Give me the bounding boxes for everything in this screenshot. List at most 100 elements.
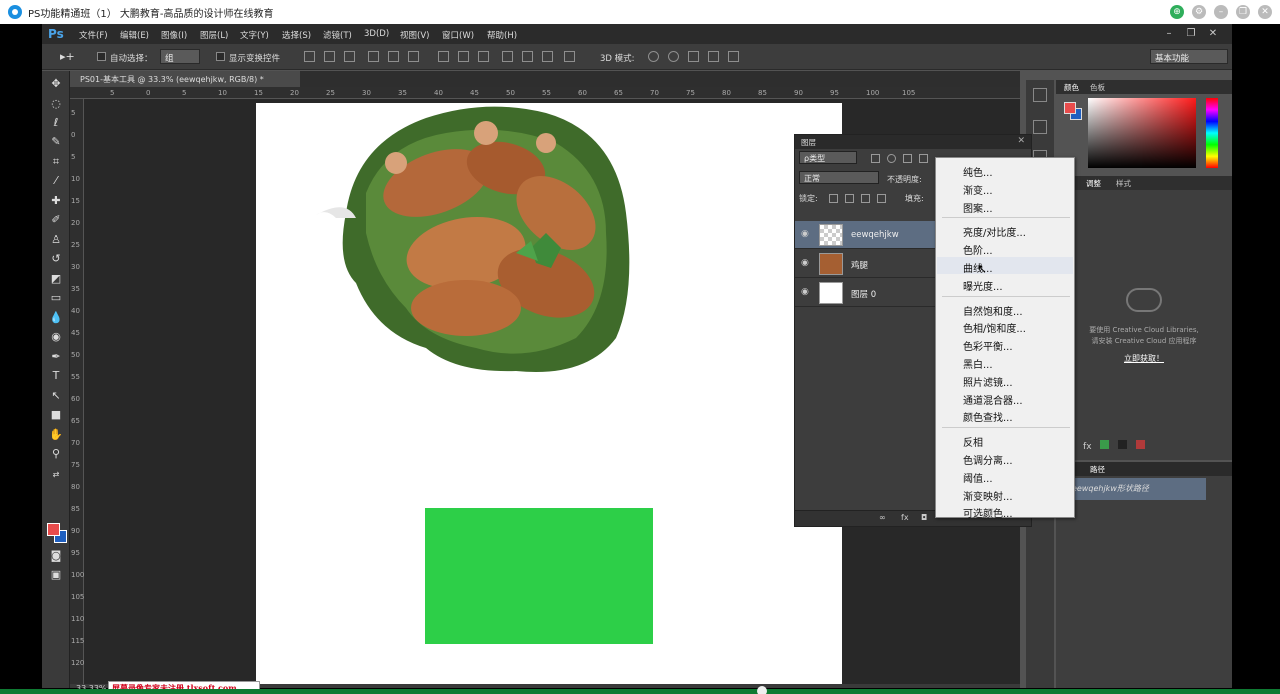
screen-mode-icon[interactable]: ▣: [49, 568, 63, 582]
path-row[interactable]: eewqehjkw形状路径: [1066, 478, 1206, 500]
fx-icon[interactable]: fx: [901, 513, 909, 522]
menu-item[interactable]: 纯色...: [937, 161, 1073, 179]
quick-mask-icon[interactable]: ◙: [49, 549, 63, 563]
filter-type-icon[interactable]: [903, 154, 912, 163]
settings-icon[interactable]: ⚙: [1192, 5, 1206, 19]
distribute-middle-icon[interactable]: [458, 51, 469, 62]
menu-item[interactable]: 渐变...: [937, 179, 1073, 197]
menu-item[interactable]: 亮度/对比度...: [937, 221, 1073, 239]
black-swatch-icon[interactable]: [1118, 440, 1128, 449]
menu-item[interactable]: 色阶...: [937, 239, 1073, 257]
blend-mode-dropdown[interactable]: 正常: [799, 171, 879, 184]
minimize-icon[interactable]: –: [1214, 5, 1228, 19]
tab-paths[interactable]: 路径: [1090, 464, 1105, 475]
3d-scale-icon[interactable]: [728, 51, 739, 62]
menu-item[interactable]: 选择(S): [282, 29, 311, 41]
distribute-top-icon[interactable]: [438, 51, 449, 62]
close-icon[interactable]: ✕: [1017, 136, 1025, 146]
link-layers-icon[interactable]: ∞: [879, 513, 886, 522]
quick-select-tool-icon[interactable]: ✎: [49, 135, 63, 149]
path-select-tool-icon[interactable]: ↖: [49, 389, 63, 403]
progress-knob[interactable]: [757, 686, 767, 694]
menu-item[interactable]: 色相/饱和度...: [937, 317, 1073, 335]
blur-tool-icon[interactable]: 💧: [49, 311, 63, 325]
history-panel-icon[interactable]: [1033, 88, 1047, 102]
player-progress-bar[interactable]: [0, 689, 1280, 694]
auto-align-icon[interactable]: [564, 51, 575, 62]
document-canvas[interactable]: [256, 103, 842, 684]
menu-item[interactable]: 色调分离...: [937, 449, 1073, 467]
document-tab[interactable]: PS01-基本工具 @ 33.3% (eewqehjkw, RGB/8) *: [70, 71, 300, 87]
close-icon[interactable]: ✕: [1206, 27, 1220, 41]
close-icon[interactable]: ✕: [1258, 5, 1272, 19]
menu-item[interactable]: 图层(L): [200, 29, 228, 41]
move-tool-icon[interactable]: ✥: [49, 77, 63, 91]
menu-item[interactable]: 可选颜色...: [937, 502, 1073, 520]
eye-icon[interactable]: ◉: [801, 287, 813, 299]
filter-pixel-icon[interactable]: [871, 154, 880, 163]
restore-icon[interactable]: ❐: [1184, 27, 1198, 41]
menu-item[interactable]: 色彩平衡...: [937, 335, 1073, 353]
tab-color[interactable]: 颜色: [1064, 82, 1079, 93]
tab-adjustments[interactable]: 调整: [1086, 178, 1101, 189]
show-transform-checkbox[interactable]: [216, 52, 225, 61]
menu-item[interactable]: 图案...: [937, 197, 1073, 215]
menu-item[interactable]: 渐变映射...: [937, 485, 1073, 503]
lock-position-icon[interactable]: [861, 194, 870, 203]
pin-icon[interactable]: ⊕: [1170, 5, 1184, 19]
tab-swatches[interactable]: 色板: [1090, 82, 1105, 93]
menu-item[interactable]: 3D(D): [364, 29, 389, 39]
tab-styles[interactable]: 样式: [1116, 178, 1131, 189]
menu-item[interactable]: 窗口(W): [442, 29, 474, 41]
minimize-icon[interactable]: –: [1162, 27, 1176, 41]
align-left-icon[interactable]: [368, 51, 379, 62]
crop-tool-icon[interactable]: ⌗: [49, 155, 63, 169]
3d-rotate-icon[interactable]: [648, 51, 659, 62]
menu-item[interactable]: 照片滤镜...: [937, 371, 1073, 389]
menu-item[interactable]: 文件(F): [79, 29, 108, 41]
properties-panel-icon[interactable]: [1033, 120, 1047, 134]
brush-tool-icon[interactable]: ✐: [49, 213, 63, 227]
distribute-center-icon[interactable]: [522, 51, 533, 62]
menu-item[interactable]: 曝光度...: [937, 275, 1073, 293]
hue-slider[interactable]: [1206, 98, 1218, 168]
menu-item[interactable]: 黑白...: [937, 353, 1073, 371]
eye-icon[interactable]: ◉: [801, 229, 813, 241]
menu-item[interactable]: 滤镜(T): [323, 29, 352, 41]
align-bottom-icon[interactable]: [344, 51, 355, 62]
menu-item[interactable]: 视图(V): [400, 29, 429, 41]
color-picker-field[interactable]: [1088, 98, 1196, 168]
lock-pixels-icon[interactable]: [829, 194, 838, 203]
eyedropper-tool-icon[interactable]: ⁄: [49, 174, 63, 188]
distribute-right-icon[interactable]: [542, 51, 553, 62]
fx-icon[interactable]: fx: [1083, 442, 1092, 452]
align-center-icon[interactable]: [388, 51, 399, 62]
gradient-tool-icon[interactable]: ▭: [49, 291, 63, 305]
menu-item[interactable]: 帮助(H): [487, 29, 517, 41]
menu-item[interactable]: 反相: [937, 431, 1073, 449]
marquee-tool-icon[interactable]: ◌: [49, 97, 63, 111]
menu-item[interactable]: 通道混合器...: [937, 389, 1073, 407]
hand-tool-icon[interactable]: ✋: [49, 428, 63, 442]
auto-select-checkbox[interactable]: [97, 52, 106, 61]
layer-filter-dropdown[interactable]: ρ类型: [799, 151, 857, 164]
red-swatch-icon[interactable]: [1136, 440, 1146, 449]
healing-tool-icon[interactable]: ✚: [49, 194, 63, 208]
menu-item[interactable]: 编辑(E): [120, 29, 149, 41]
workspace-dropdown[interactable]: 基本功能: [1150, 49, 1228, 64]
filter-adjust-icon[interactable]: [887, 154, 896, 163]
get-now-link[interactable]: 立即获取！: [1056, 353, 1232, 364]
3d-roll-icon[interactable]: [668, 51, 679, 62]
3d-slide-icon[interactable]: [708, 51, 719, 62]
shape-tool-icon[interactable]: ■: [49, 408, 63, 422]
history-brush-tool-icon[interactable]: ↺: [49, 252, 63, 266]
auto-select-dropdown[interactable]: 组: [160, 49, 200, 64]
menu-item[interactable]: 文字(Y): [240, 29, 269, 41]
align-middle-icon[interactable]: [324, 51, 335, 62]
eraser-tool-icon[interactable]: ◩: [49, 272, 63, 286]
maximize-icon[interactable]: ❐: [1236, 5, 1250, 19]
foreground-color-swatch[interactable]: [47, 523, 60, 536]
pen-tool-icon[interactable]: ✒: [49, 350, 63, 364]
lasso-tool-icon[interactable]: ℓ: [49, 116, 63, 130]
align-right-icon[interactable]: [408, 51, 419, 62]
